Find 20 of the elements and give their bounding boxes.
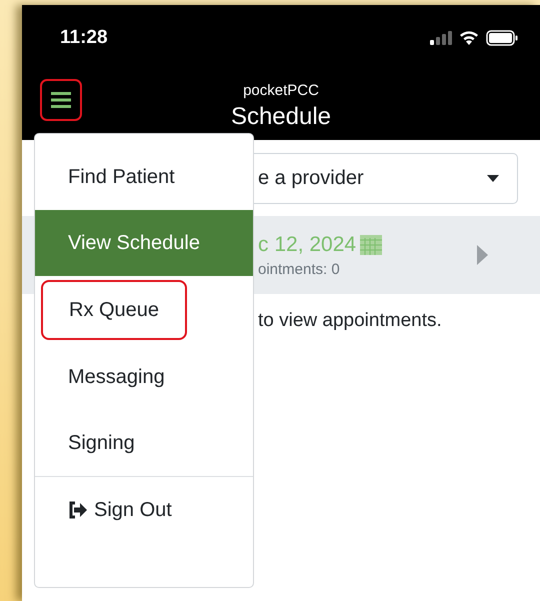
menu-item[interactable]: View Schedule <box>35 210 253 276</box>
menu-item[interactable]: Signing <box>35 410 253 476</box>
menu-item[interactable]: Rx Queue <box>41 280 187 340</box>
signal-icon <box>430 30 452 44</box>
status-time: 11:28 <box>60 26 108 48</box>
page-title: Schedule <box>230 102 332 130</box>
sign-out-item[interactable]: Sign Out <box>35 476 253 543</box>
info-message: to view appointments. <box>258 310 443 332</box>
battery-icon <box>486 30 518 46</box>
wifi-icon <box>459 30 479 45</box>
caret-icon <box>487 175 499 182</box>
sign-out-icon <box>68 501 88 519</box>
appointment-count: ointments: 0 <box>258 260 341 278</box>
next-arrow-icon[interactable] <box>477 245 488 265</box>
menu-icon <box>51 92 71 108</box>
select-value: e a provider <box>258 167 364 190</box>
calendar-icon[interactable] <box>360 234 382 254</box>
app-name: pocketPCC <box>243 82 319 98</box>
menu-button[interactable] <box>40 79 82 121</box>
menu-item[interactable]: Messaging <box>35 344 253 410</box>
